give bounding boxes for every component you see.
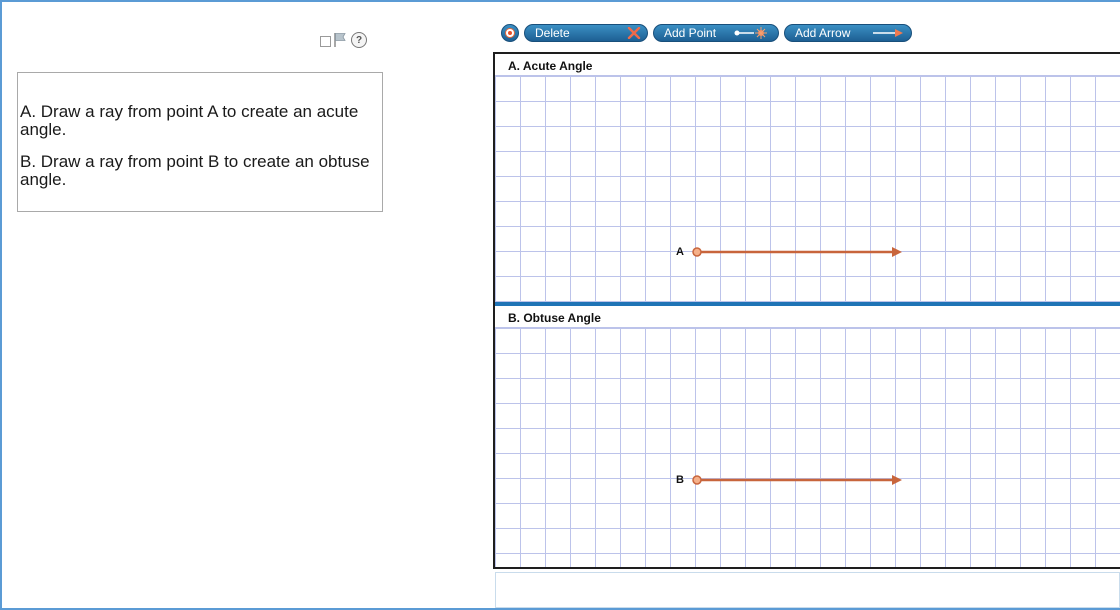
- reset-button[interactable]: [501, 24, 519, 42]
- help-icon[interactable]: ?: [351, 32, 367, 48]
- question-part-a: A. Draw a ray from point A to create an …: [20, 102, 359, 139]
- question-part-b: B. Draw a ray from point B to create an …: [20, 152, 370, 189]
- acute-angle-panel[interactable]: A. Acute Angle A: [495, 54, 1120, 302]
- answer-area[interactable]: [495, 572, 1120, 608]
- ray-b[interactable]: [495, 306, 1120, 567]
- graph-toolbar: Delete Add Point Add Arrow: [501, 23, 912, 43]
- obtuse-angle-panel[interactable]: B. Obtuse Angle B: [495, 306, 1120, 567]
- delete-button[interactable]: Delete: [524, 24, 648, 42]
- ray-a[interactable]: [495, 54, 1120, 302]
- panel-title: B. Obtuse Angle: [508, 311, 601, 325]
- delete-label: Delete: [535, 26, 570, 40]
- add-arrow-button[interactable]: Add Arrow: [784, 24, 912, 42]
- question-text-box: A. Draw a ray from point A to create an …: [17, 72, 383, 212]
- flag-icon[interactable]: [333, 32, 347, 48]
- point-b[interactable]: [692, 475, 702, 485]
- point-b-label: B: [676, 474, 684, 486]
- point-sparkle-icon: [734, 27, 767, 39]
- add-arrow-label: Add Arrow: [795, 26, 851, 40]
- point-a-label: A: [676, 246, 684, 258]
- point-a[interactable]: [692, 247, 702, 257]
- panel-title: A. Acute Angle: [508, 59, 593, 73]
- x-icon: [627, 27, 641, 39]
- checkbox-icon[interactable]: [320, 35, 331, 47]
- add-point-button[interactable]: Add Point: [653, 24, 779, 42]
- reset-icon: [505, 28, 515, 38]
- arrow-right-icon: [873, 29, 903, 37]
- add-point-label: Add Point: [664, 26, 717, 40]
- graph-area: A. Acute Angle A B. Obtuse Angle B: [493, 52, 1120, 569]
- item-tools: ?: [320, 32, 367, 48]
